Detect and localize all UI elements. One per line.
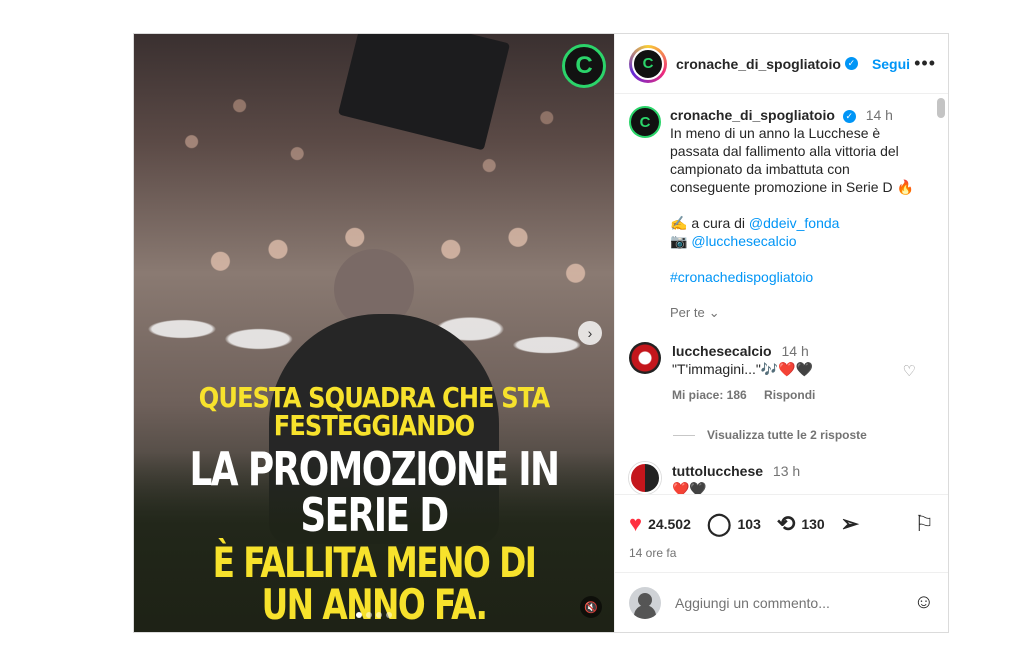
logo-letter: C xyxy=(575,52,593,79)
comment-text: ❤️🖤 xyxy=(672,481,707,494)
comment-username[interactable]: lucchesecalcio xyxy=(672,343,772,359)
post-header: C cronache_di_spogliatoio ✓ Segui ••• xyxy=(615,34,948,94)
bookmark-icon[interactable]: ⚐ xyxy=(914,511,934,537)
emoji-icon[interactable]: ☺ xyxy=(914,591,934,614)
reply-button[interactable]: Rispondi xyxy=(764,388,815,402)
comment-avatar[interactable] xyxy=(629,342,661,374)
photo-credit-line: 📷 @lucchesecalcio xyxy=(670,232,920,250)
comments-count: 103 xyxy=(737,515,761,532)
carousel-dot[interactable] xyxy=(376,612,382,618)
avatar-letter: C xyxy=(642,55,654,72)
follow-button[interactable]: Segui xyxy=(872,56,910,72)
heart-outline-icon[interactable]: ♡ xyxy=(903,362,916,380)
like-button[interactable]: ♥ 24.502 xyxy=(629,510,691,536)
comment-avatar[interactable] xyxy=(629,462,661,494)
comment-button[interactable]: ◯ 103 xyxy=(706,510,761,536)
scrollbar[interactable] xyxy=(937,98,945,118)
credit-handle-link[interactable]: @ddeiv_fonda xyxy=(749,215,840,231)
comment-bubble-icon: ◯ xyxy=(706,510,732,536)
brand-logo-icon: C xyxy=(562,44,606,88)
instagram-post: C › QUESTA SQUADRA CHE STA FESTEGGIANDO … xyxy=(133,33,949,633)
post-side-panel: C cronache_di_spogliatoio ✓ Segui ••• C … xyxy=(614,34,948,632)
avatar-letter: C xyxy=(639,113,651,131)
speaker-muted-icon: 🔇 xyxy=(584,601,598,614)
caption-avatar[interactable]: C xyxy=(629,106,661,138)
caption-line-1: QUESTA SQUADRA CHE STA FESTEGGIANDO xyxy=(198,381,550,442)
verified-icon: ✓ xyxy=(844,57,858,70)
repost-button[interactable]: ⟲ 130 xyxy=(776,510,825,536)
heart-filled-icon: ♥ xyxy=(629,510,643,536)
avatar: C xyxy=(632,47,664,80)
share-button[interactable]: ➢ xyxy=(840,510,865,536)
comment-item: lucchesecalcio 14 h "T'immagini..."🎶❤️🖤 … xyxy=(629,342,932,404)
carousel-dot[interactable] xyxy=(366,612,372,618)
story-ring[interactable]: C xyxy=(629,44,667,83)
comments-section[interactable]: C cronache_di_spogliatoio ✓ 14 h In meno… xyxy=(615,94,948,494)
carousel-dot[interactable] xyxy=(386,612,392,618)
account-username[interactable]: cronache_di_spogliatoio xyxy=(676,56,841,72)
next-slide-button[interactable]: › xyxy=(578,321,602,345)
post-caption: C cronache_di_spogliatoio ✓ 14 h In meno… xyxy=(629,106,932,322)
see-translation[interactable]: Per te ⌄ xyxy=(670,304,920,322)
comment-likes[interactable]: Mi piace: 186 xyxy=(672,388,747,402)
caption-text: In meno di un anno la Lucchese è passata… xyxy=(670,125,914,195)
reposts-count: 130 xyxy=(801,515,825,532)
comment-text: "T'immagini..."🎶❤️🖤 xyxy=(672,361,814,377)
carousel-dot[interactable] xyxy=(356,612,362,618)
comment-time: 14 h xyxy=(781,343,809,359)
photo-handle-link[interactable]: @lucchesecalcio xyxy=(691,233,796,249)
post-actions: ♥ 24.502 ◯ 103 ⟲ 130 ➢ ⚐ xyxy=(615,494,948,552)
caption-line-2: LA PROMOZIONE IN SERIE D xyxy=(189,442,560,542)
credit-line: ✍️ a cura di @ddeiv_fonda xyxy=(670,214,920,232)
video-caption: QUESTA SQUADRA CHE STA FESTEGGIANDO LA P… xyxy=(134,384,614,632)
mute-button[interactable]: 🔇 xyxy=(580,596,602,618)
view-replies-label: Visualizza tutte le 2 risposte xyxy=(707,428,867,442)
caption-username[interactable]: cronache_di_spogliatoio xyxy=(670,107,835,123)
verified-icon: ✓ xyxy=(842,109,856,123)
replies-divider xyxy=(673,434,695,436)
carousel-dots xyxy=(134,612,614,618)
current-user-avatar xyxy=(629,586,661,619)
add-comment-bar: ☺ xyxy=(615,572,948,632)
camera-icon: 📷 xyxy=(670,233,688,249)
caption-time: 14 h xyxy=(865,107,893,123)
send-icon: ➢ xyxy=(840,510,860,536)
likes-count: 24.502 xyxy=(648,515,691,532)
chevron-down-icon: ⌄ xyxy=(708,305,720,320)
credit-prefix: ✍️ a cura di xyxy=(670,215,746,231)
more-options-icon[interactable]: ••• xyxy=(914,53,936,74)
comment-item: tuttolucchese 13 h ❤️🖤 xyxy=(629,462,932,494)
comment-time: 13 h xyxy=(772,463,801,479)
hashtag-link[interactable]: #cronachedispogliatoio xyxy=(670,269,813,285)
post-media[interactable]: C › QUESTA SQUADRA CHE STA FESTEGGIANDO … xyxy=(134,34,614,632)
chevron-right-icon: › xyxy=(587,325,593,341)
comment-username[interactable]: tuttolucchese xyxy=(672,463,763,479)
repost-icon: ⟲ xyxy=(776,510,796,536)
post-time-ago: 14 ore fa xyxy=(629,546,677,560)
view-replies-button[interactable]: Visualizza tutte le 2 risposte xyxy=(673,428,932,442)
comment-input[interactable] xyxy=(675,594,914,611)
see-translation-label: Per te xyxy=(670,305,705,320)
